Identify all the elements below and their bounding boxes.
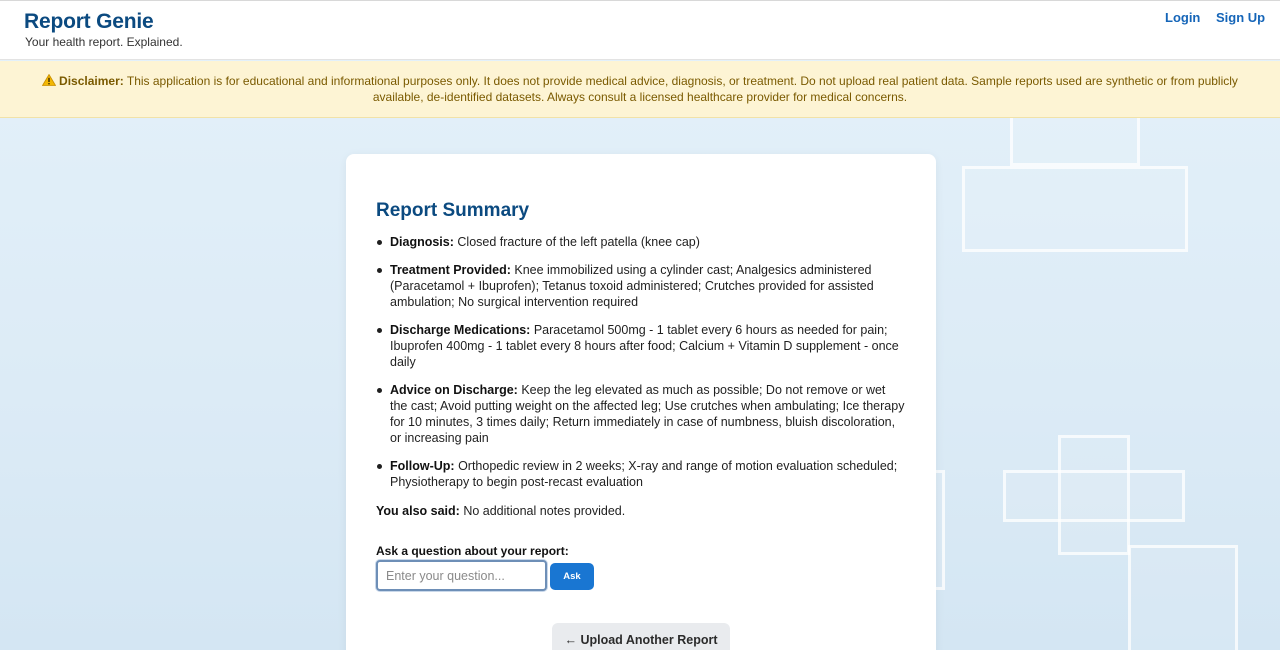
list-item-medications: Discharge Medications: Paracetamol 500mg… — [376, 322, 906, 370]
login-link[interactable]: Login — [1165, 10, 1200, 25]
page-title: Report Summary — [376, 200, 530, 221]
notes-label: You also said: — [376, 504, 460, 518]
warning-icon — [41, 73, 57, 86]
item-label: Treatment Provided: — [390, 263, 511, 277]
summary-list: Diagnosis: Closed fracture of the left p… — [376, 234, 906, 502]
item-label: Diagnosis: — [390, 235, 454, 249]
item-label: Follow-Up: — [390, 459, 455, 473]
signup-link[interactable]: Sign Up — [1216, 10, 1265, 25]
disclaimer-text: This application is for educational and … — [126, 74, 1238, 104]
background-cross-decoration — [1128, 545, 1238, 650]
user-notes: You also said: No additional notes provi… — [376, 503, 906, 519]
list-item-advice: Advice on Discharge: Keep the leg elevat… — [376, 382, 906, 446]
item-label: Advice on Discharge: — [390, 383, 518, 397]
item-text: Orthopedic review in 2 weeks; X-ray and … — [390, 459, 898, 489]
background-cross-decoration — [1010, 118, 1140, 166]
app-title: Report Genie — [24, 10, 154, 33]
list-item-follow-up: Follow-Up: Orthopedic review in 2 weeks;… — [376, 458, 906, 490]
disclaimer-banner: Disclaimer: This application is for educ… — [0, 61, 1280, 118]
item-text: Closed fracture of the left patella (kne… — [457, 235, 700, 249]
item-label: Discharge Medications: — [390, 323, 531, 337]
background-cross-decoration — [962, 166, 1188, 252]
notes-text: No additional notes provided. — [463, 504, 626, 518]
question-label: Ask a question about your report: — [376, 544, 569, 558]
ask-button[interactable]: Ask — [550, 563, 594, 590]
list-item-treatment: Treatment Provided: Knee immobilized usi… — [376, 262, 906, 310]
background-cross-decoration — [1003, 470, 1185, 522]
report-summary-card: Report Summary Diagnosis: Closed fractur… — [346, 154, 936, 650]
background-cross-decoration — [935, 470, 945, 590]
upload-another-report-button[interactable]: ← Upload Another Report — [552, 623, 730, 650]
top-header: Report Genie Your health report. Explain… — [0, 0, 1280, 60]
disclaimer-label: Disclaimer: — [59, 74, 124, 88]
question-input[interactable] — [376, 560, 547, 591]
list-item-diagnosis: Diagnosis: Closed fracture of the left p… — [376, 234, 906, 250]
app-tagline: Your health report. Explained. — [25, 35, 183, 49]
